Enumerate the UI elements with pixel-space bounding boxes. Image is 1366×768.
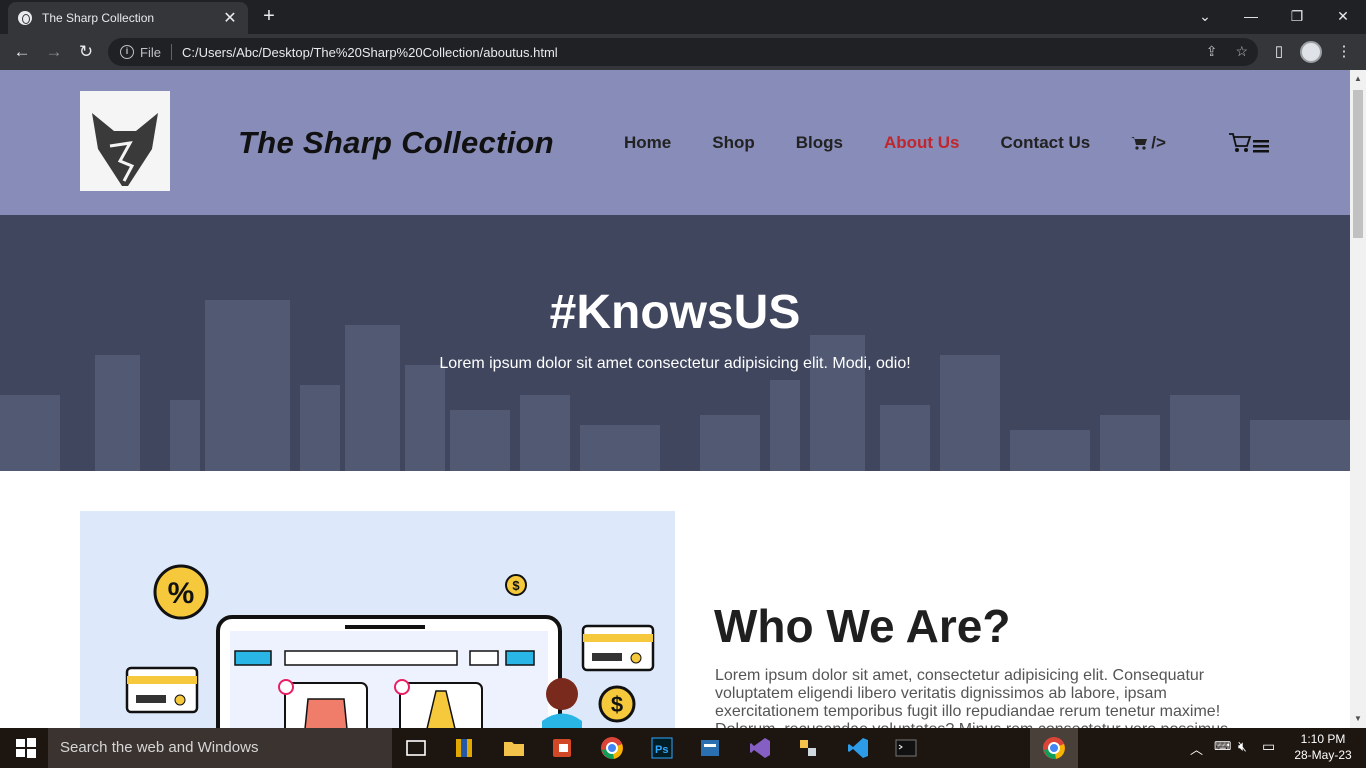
back-icon[interactable]: ← bbox=[6, 38, 38, 66]
cart-icon bbox=[1131, 137, 1148, 150]
minimize-icon[interactable]: — bbox=[1236, 6, 1266, 26]
fox-logo-icon bbox=[92, 113, 158, 186]
clock-time: 1:10 PM bbox=[1300, 732, 1346, 746]
page-scrollbar[interactable]: ▲ ▼ bbox=[1350, 70, 1366, 728]
visual-studio-icon[interactable] bbox=[748, 736, 772, 760]
chrome-icon[interactable] bbox=[600, 736, 624, 760]
vscode-icon[interactable] bbox=[846, 736, 870, 760]
cart-link-text: /> bbox=[1151, 133, 1166, 152]
globe-icon bbox=[18, 11, 32, 25]
nav-contact-us[interactable]: Contact Us bbox=[1001, 133, 1091, 153]
separator bbox=[170, 44, 172, 60]
reload-icon[interactable]: ↻ bbox=[70, 38, 102, 66]
nav-about-us[interactable]: About Us bbox=[884, 133, 960, 153]
nav-cart-link[interactable]: /> bbox=[1131, 133, 1207, 153]
scroll-up-icon[interactable]: ▲ bbox=[1353, 74, 1363, 83]
winrar-icon[interactable] bbox=[452, 736, 476, 760]
hero-banner: #KnowsUS Lorem ipsum dolor sit amet cons… bbox=[0, 215, 1350, 471]
site-header: The Sharp Collection Home Shop Blogs Abo… bbox=[0, 70, 1350, 215]
cart-outline-icon bbox=[1229, 133, 1269, 153]
network-icon[interactable]: ⌨ bbox=[1214, 739, 1231, 753]
tools-app-icon[interactable] bbox=[796, 736, 820, 760]
svg-text:%: % bbox=[168, 577, 195, 610]
hero-title: #KnowsUS bbox=[549, 286, 801, 339]
close-window-icon[interactable]: ✕ bbox=[1328, 6, 1358, 26]
task-view-icon[interactable] bbox=[404, 736, 428, 760]
url-text[interactable]: C:/Users/Abc/Desktop/The%20Sharp%20Colle… bbox=[182, 45, 558, 60]
scroll-down-icon[interactable]: ▼ bbox=[1353, 714, 1363, 723]
shopping-illustration-image: % $ $ bbox=[125, 564, 655, 728]
city-skyline-image bbox=[0, 300, 1350, 471]
file-label: File bbox=[140, 44, 161, 60]
new-tab-button[interactable]: + bbox=[258, 6, 280, 26]
svg-text:Ps: Ps bbox=[655, 744, 668, 756]
side-panel-icon[interactable]: ▯ bbox=[1265, 38, 1293, 66]
clock-date: 28-May-23 bbox=[1294, 748, 1352, 762]
powerpoint-icon[interactable] bbox=[550, 736, 574, 760]
site-logo[interactable] bbox=[80, 91, 170, 191]
volume-muted-icon[interactable]: 🔇︎ bbox=[1238, 738, 1247, 755]
notification-icon[interactable]: ▭ bbox=[1262, 738, 1275, 755]
terminal-icon[interactable] bbox=[894, 736, 918, 760]
tab-search-icon[interactable]: ⌄ bbox=[1190, 6, 1220, 26]
typing-app-icon[interactable] bbox=[698, 736, 722, 760]
windows-taskbar: Search the web and Windows Ps ︿ ⌨ 🔇︎ ▭ 1… bbox=[0, 728, 1366, 768]
browser-tab[interactable]: The Sharp Collection ✕ bbox=[8, 2, 248, 34]
profile-avatar[interactable] bbox=[1300, 41, 1322, 63]
bookmark-star-icon[interactable]: ☆ bbox=[1235, 43, 1248, 60]
chrome-active-icon bbox=[1043, 737, 1065, 760]
page-content: The Sharp Collection Home Shop Blogs Abo… bbox=[0, 70, 1350, 728]
active-chrome-task[interactable] bbox=[1030, 728, 1078, 768]
photoshop-icon[interactable]: Ps bbox=[650, 736, 674, 760]
nav-shop[interactable]: Shop bbox=[712, 133, 755, 153]
menu-kebab-icon[interactable]: ⋮ bbox=[1330, 38, 1358, 66]
taskbar-clock[interactable]: 1:10 PM 28-May-23 bbox=[1290, 731, 1356, 763]
header-cart-menu[interactable] bbox=[1228, 132, 1272, 161]
section-text: Lorem ipsum dolor sit amet, consectetur … bbox=[715, 667, 1228, 728]
share-icon[interactable]: ⇪ bbox=[1206, 43, 1218, 60]
svg-text:$: $ bbox=[611, 692, 623, 717]
close-tab-icon[interactable]: ✕ bbox=[222, 8, 238, 28]
address-bar[interactable]: i File C:/Users/Abc/Desktop/The%20Sharp%… bbox=[108, 38, 1258, 66]
forward-icon[interactable]: → bbox=[38, 38, 70, 66]
nav-home[interactable]: Home bbox=[624, 133, 671, 153]
restore-icon[interactable]: ❐ bbox=[1282, 6, 1312, 26]
svg-text:$: $ bbox=[512, 578, 520, 593]
browser-toolbar: ← → ↻ i File C:/Users/Abc/Desktop/The%20… bbox=[0, 34, 1366, 70]
main-nav: Home Shop Blogs About Us Contact Us /> bbox=[624, 133, 1248, 153]
section-title: Who We Are? bbox=[714, 600, 1011, 652]
tab-title: The Sharp Collection bbox=[42, 11, 155, 25]
nav-blogs[interactable]: Blogs bbox=[796, 133, 843, 153]
windows-start-icon[interactable] bbox=[14, 736, 38, 760]
tray-chevron-icon[interactable]: ︿ bbox=[1190, 739, 1203, 758]
online-shopping-illustration: % $ $ bbox=[80, 511, 675, 728]
file-explorer-icon[interactable] bbox=[502, 736, 526, 760]
brand-title[interactable]: The Sharp Collection bbox=[238, 125, 554, 161]
info-icon[interactable]: i bbox=[120, 45, 134, 59]
hero-subtitle: Lorem ipsum dolor sit amet consectetur a… bbox=[439, 355, 911, 372]
scroll-thumb[interactable] bbox=[1353, 90, 1363, 238]
browser-tab-bar: The Sharp Collection ✕ + ⌄ — ❐ ✕ bbox=[0, 0, 1366, 34]
taskbar-search-box[interactable]: Search the web and Windows bbox=[48, 728, 392, 768]
